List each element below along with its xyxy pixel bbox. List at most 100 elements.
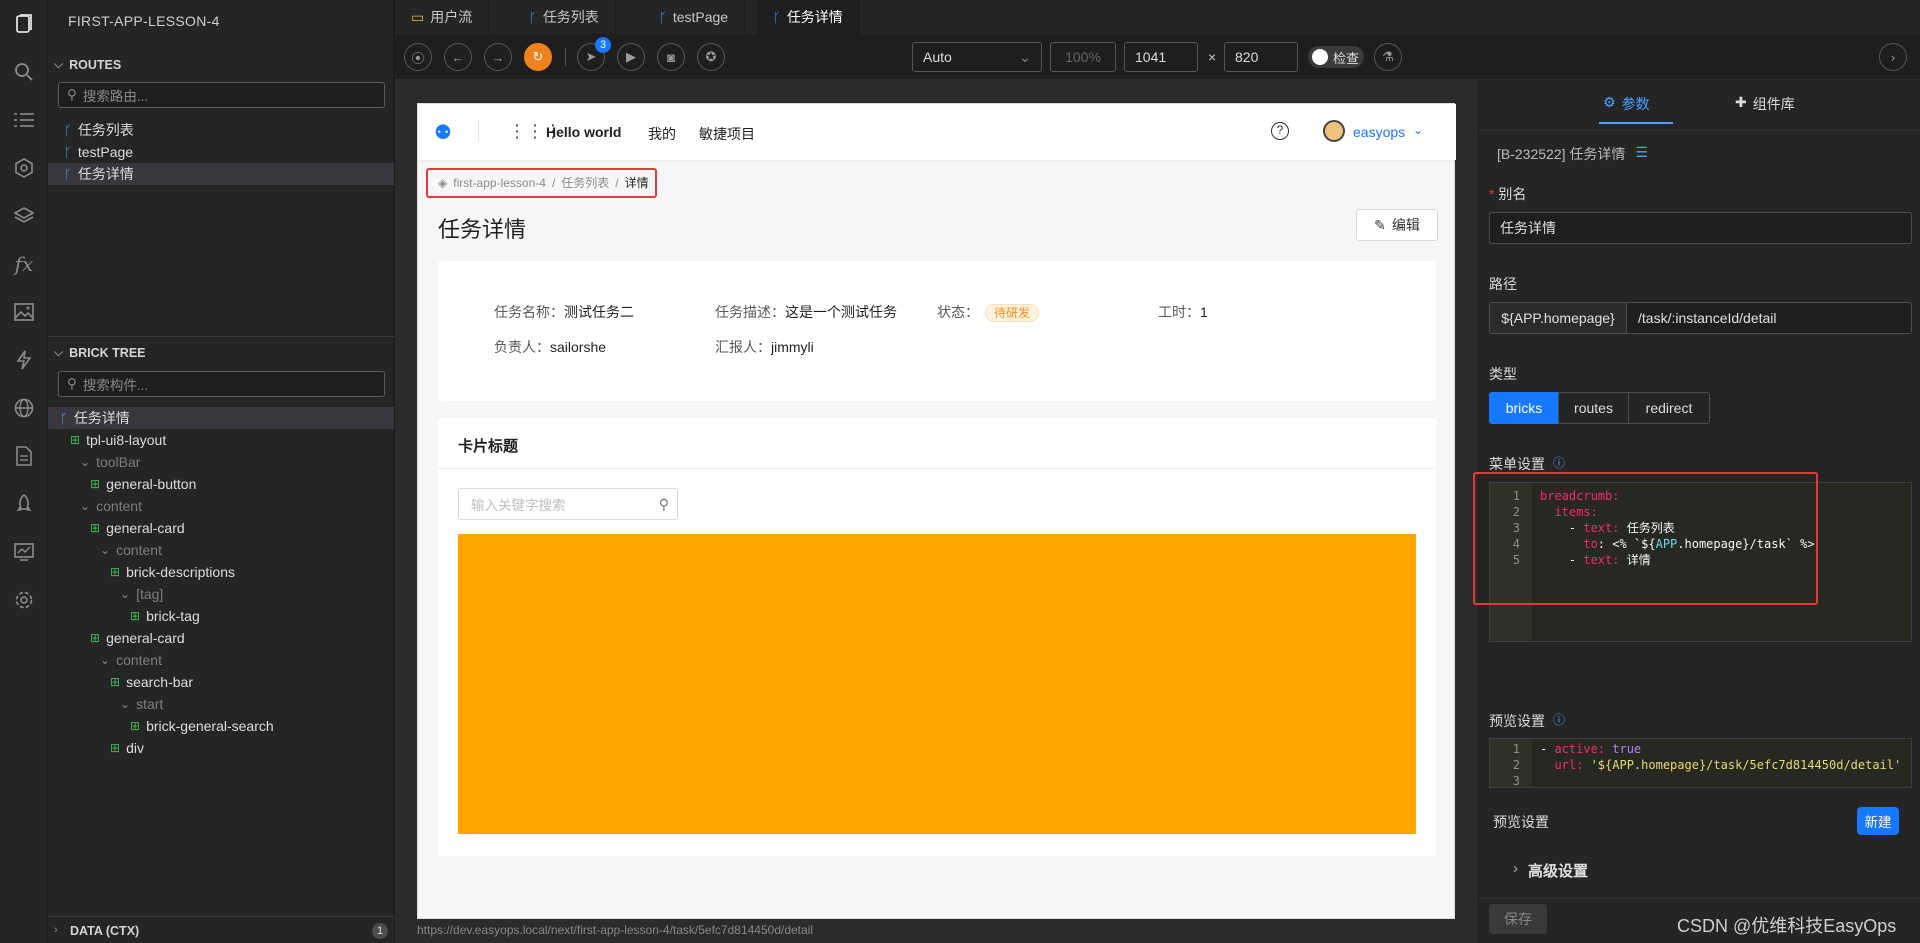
settings-icon[interactable] (10, 586, 38, 614)
tree-node[interactable]: ⊞ general-button (48, 473, 394, 495)
route-item-selected[interactable]: ᚴ 任务详情 (48, 163, 394, 185)
search-bar-input[interactable]: 输入关键字搜索 ⚲ (458, 488, 678, 520)
logo-icon[interactable]: ⚉ (434, 120, 452, 145)
tree-node[interactable]: ⊞ brick-general-search (48, 715, 394, 737)
tree-slot[interactable]: ⌄ start (48, 693, 394, 715)
lightning-icon[interactable] (10, 346, 38, 374)
path-value[interactable]: /task/:instanceId/detail (1638, 310, 1777, 326)
bulb-button[interactable]: ✪ (697, 43, 725, 71)
location-icon[interactable]: ⦿ (404, 43, 432, 71)
function-icon[interactable]: fx (10, 250, 38, 278)
nav-link-mine[interactable]: 我的 (648, 124, 676, 144)
times-sign: × (1208, 49, 1217, 65)
list-icon[interactable]: ☰ (1635, 144, 1648, 164)
type-option-bricks[interactable]: bricks (1489, 392, 1559, 424)
route-item[interactable]: ᚴ 任务列表 (48, 119, 394, 141)
width-input[interactable]: 1041 (1124, 42, 1198, 72)
type-option-routes[interactable]: routes (1558, 392, 1629, 424)
help-icon[interactable]: ? (1271, 122, 1289, 140)
plugin-icon[interactable] (10, 154, 38, 182)
routes-section-header[interactable]: ⌵ ROUTES (54, 57, 121, 72)
search-icon[interactable] (10, 58, 38, 86)
image-icon[interactable] (10, 298, 38, 326)
tab-user-flow[interactable]: ▭ 用户流 (395, 0, 490, 34)
info-icon[interactable]: ⓘ (1553, 711, 1565, 731)
path-input[interactable]: ${APP.homepage} /task/:instanceId/detail (1489, 302, 1912, 334)
brick-tree-section-header[interactable]: ⌵ BRICK TREE (54, 345, 146, 360)
orange-div-block (458, 534, 1416, 834)
pages-icon[interactable] (10, 10, 38, 38)
new-button[interactable]: 新建 (1857, 807, 1899, 835)
edit-button[interactable]: ✎ 编辑 (1356, 209, 1438, 241)
chevron-right-button[interactable]: › (1879, 43, 1907, 71)
preview-settings-label-2: 预览设置 (1493, 814, 1549, 830)
tree-node[interactable]: ⊞ search-bar (48, 671, 394, 693)
tree-slot[interactable]: ⌄ content (48, 495, 394, 517)
tab-components[interactable]: ✚ 组件库 (1735, 94, 1795, 114)
top-nav: ⚉ ⋮⋮⋮ Hello world 我的 敏捷项目 ? easyops ⌄ (418, 104, 1456, 160)
monitor-icon: ▭ (411, 8, 425, 25)
tree-node[interactable]: ⊞ brick-descriptions (48, 561, 394, 583)
globe-icon[interactable] (10, 394, 38, 422)
zoom-field[interactable]: 100% (1050, 42, 1116, 72)
info-icon[interactable]: ⓘ (1553, 454, 1565, 474)
flask-button[interactable]: ⚗ (1374, 43, 1402, 71)
chevron-down-icon: ⌵ (54, 57, 64, 71)
list-icon[interactable] (10, 106, 38, 134)
route-search-input[interactable]: ⚲ 搜索路由... (58, 82, 385, 108)
forward-button[interactable]: → (484, 43, 512, 71)
tree-node[interactable]: ⊞ tpl-ui8-layout (48, 429, 394, 451)
document-icon[interactable] (10, 442, 38, 470)
route-icon: ᚴ (60, 410, 68, 426)
route-icon: ᚴ (659, 9, 667, 25)
user-name[interactable]: easyops (1353, 124, 1405, 140)
chevron-down-icon: ⌄ (1019, 48, 1031, 65)
tree-slot[interactable]: ⌄ content (48, 539, 394, 561)
tree-slot[interactable]: ⌄ toolBar (48, 451, 394, 473)
tree-slot[interactable]: ⌄ [tag] (48, 583, 394, 605)
card-title: 卡片标题 (458, 438, 519, 455)
brick-icon: ⊞ (130, 719, 141, 733)
toggle-knob (1312, 49, 1328, 65)
tree-node[interactable]: ⊞ div (48, 737, 394, 759)
tree-root[interactable]: ᚴ 任务详情 (48, 407, 394, 429)
inspect-toggle[interactable]: 检查 (1308, 46, 1364, 68)
type-label: 类型 (1489, 366, 1517, 382)
tree-node[interactable]: ⊞ general-card (48, 517, 394, 539)
brick-search-input[interactable]: ⚲ 搜索构件... (58, 371, 385, 397)
height-input[interactable]: 820 (1224, 42, 1298, 72)
data-ctx-footer[interactable]: › DATA (CTX) 1 (48, 916, 394, 943)
tab-task-list[interactable]: ᚴ 任务列表 (513, 0, 616, 34)
rocket-icon[interactable] (10, 490, 38, 518)
tree-slot[interactable]: ⌄ content (48, 649, 394, 671)
advanced-settings[interactable]: › 高级设置 (1513, 860, 1588, 881)
route-item[interactable]: ᚴ testPage (48, 141, 394, 163)
tree-node[interactable]: ⊞ general-card (48, 627, 394, 649)
layers-icon[interactable] (10, 202, 38, 230)
monitor-icon[interactable] (10, 538, 38, 566)
tree-node[interactable]: ⊞ brick-tag (48, 605, 394, 627)
type-segmented: bricks routes redirect (1489, 392, 1716, 424)
brick-icon: ⊞ (90, 631, 101, 645)
brick-icon: ⊞ (130, 609, 141, 623)
path-label: 路径 (1489, 276, 1517, 292)
refresh-button[interactable]: ↻ (524, 43, 552, 71)
content-card: 卡片标题 输入关键字搜索 ⚲ (438, 418, 1436, 856)
preview-code-editor[interactable]: 1 2 3 - active: true url: '${APP.homepage}… (1489, 738, 1912, 788)
back-button[interactable]: ← (444, 43, 472, 71)
play-button[interactable]: ▶ (617, 43, 645, 71)
screenshot-button[interactable]: ◙ (657, 43, 685, 71)
tab-testpage[interactable]: ᚴ testPage (643, 0, 746, 34)
nav-link-agile[interactable]: 敏捷项目 (699, 124, 755, 144)
type-option-redirect[interactable]: redirect (1628, 392, 1710, 424)
nav-title[interactable]: Hello world (546, 124, 621, 140)
alias-input[interactable]: 任务详情 (1489, 212, 1912, 244)
tab-params[interactable]: ⚙ 参数 (1603, 94, 1650, 114)
app-title: FIRST-APP-LESSON-4 (68, 13, 220, 29)
search-icon: ⚲ (658, 495, 669, 512)
save-button[interactable]: 保存 (1489, 904, 1547, 934)
tab-task-detail[interactable]: ᚴ 任务详情 (757, 0, 860, 34)
avatar[interactable] (1323, 120, 1345, 142)
route-icon: ᚴ (64, 166, 72, 182)
device-select[interactable]: Auto ⌄ (912, 42, 1042, 72)
